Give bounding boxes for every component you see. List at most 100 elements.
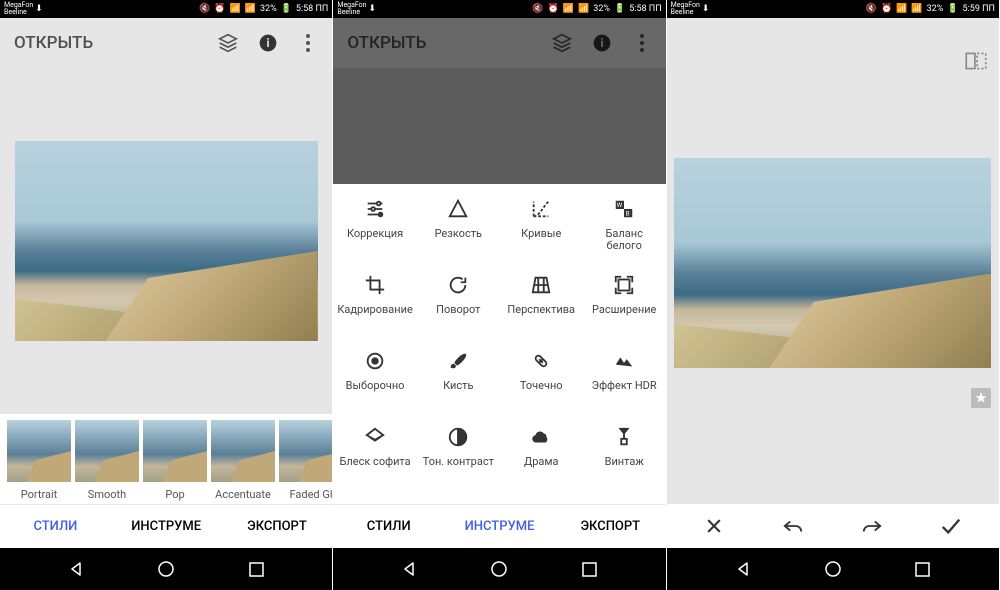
battery-icon: 🔋 — [281, 4, 292, 14]
tab-styles[interactable]: СТИЛИ — [333, 505, 444, 548]
carrier-label: Beeline — [337, 9, 366, 16]
tool-curves[interactable]: Кривые — [500, 198, 583, 252]
style-item[interactable]: Pop — [142, 420, 208, 504]
tool-rotate[interactable]: Поворот — [417, 274, 500, 328]
nav-recents-icon[interactable] — [579, 559, 599, 579]
nav-bar — [333, 548, 665, 590]
style-thumb — [279, 420, 332, 482]
vintage-icon — [613, 426, 635, 448]
tool-hdr[interactable]: Эффект HDR — [583, 350, 666, 404]
tool-label: Перспектива — [503, 304, 579, 328]
nav-home-icon[interactable] — [156, 559, 176, 579]
tab-styles[interactable]: СТИЛИ — [0, 505, 111, 548]
bottom-tabs: СТИЛИ ИНСТРУМЕ ЭКСПОРТ — [333, 504, 665, 548]
open-button[interactable]: ОТКРЫТЬ — [14, 33, 93, 53]
styles-strip[interactable]: PortraitSmoothPop Accentuate Faded Gl — [0, 414, 332, 504]
battery-label: 32% — [593, 4, 610, 14]
redo-button[interactable] — [833, 517, 912, 535]
more-icon[interactable] — [632, 33, 652, 53]
tool-label: Коррекция — [343, 228, 407, 252]
nav-recents-icon[interactable] — [246, 559, 266, 579]
more-icon[interactable] — [298, 33, 318, 53]
tab-tools[interactable]: ИНСТРУМЕ — [444, 505, 555, 548]
glamour-icon — [364, 426, 386, 448]
star-badge-icon[interactable] — [971, 388, 991, 408]
info-icon[interactable]: i — [592, 33, 612, 53]
open-button[interactable]: ОТКРЫТЬ — [347, 33, 426, 53]
nav-back-icon[interactable] — [66, 559, 86, 579]
svg-text:W: W — [617, 201, 623, 209]
tool-wb[interactable]: WB Баланс белого — [583, 198, 666, 252]
canvas-area[interactable] — [0, 68, 332, 414]
svg-text:B: B — [626, 209, 630, 217]
carrier-label: Beeline — [671, 9, 700, 16]
tool-tune[interactable]: Коррекция — [333, 198, 416, 252]
download-icon: ⬇ — [702, 4, 710, 14]
tab-export[interactable]: ЭКСПОРТ — [555, 505, 666, 548]
signal-icon: 📶 — [230, 4, 241, 14]
signal-icon: 📶 — [911, 4, 922, 14]
nav-back-icon[interactable] — [733, 559, 753, 579]
nav-bar — [667, 548, 999, 590]
nav-home-icon[interactable] — [823, 559, 843, 579]
status-bar: MegaFonBeeline ⬇ 🔇 ⏰ 📶 📶 32% 🔋 5:58 ПП — [0, 0, 332, 18]
battery-label: 32% — [260, 4, 277, 14]
tool-crop[interactable]: Кадрирование — [333, 274, 416, 328]
apply-button[interactable] — [912, 517, 991, 535]
info-icon[interactable]: i — [258, 33, 278, 53]
alarm-icon: ⏰ — [881, 4, 892, 14]
undo-button[interactable] — [754, 517, 833, 535]
svg-text:i: i — [600, 36, 603, 50]
tool-label: Эффект HDR — [588, 380, 661, 404]
healing-icon — [530, 350, 552, 372]
tool-label: Блеск софита — [336, 456, 415, 480]
cancel-button[interactable] — [675, 516, 754, 536]
tool-healing[interactable]: Точечно — [500, 350, 583, 404]
tool-glamour[interactable]: Блеск софита — [333, 426, 416, 480]
style-item[interactable]: Faded Gl — [278, 420, 332, 504]
tab-tools[interactable]: ИНСТРУМЕ — [111, 505, 222, 548]
tool-vintage[interactable]: Винтаж — [583, 426, 666, 480]
tool-perspective[interactable]: Перспектива — [500, 274, 583, 328]
canvas-area[interactable] — [667, 18, 999, 504]
clock-label: 5:59 ПП — [963, 4, 995, 14]
perspective-icon — [530, 274, 552, 296]
tool-selective[interactable]: Выборочно — [333, 350, 416, 404]
battery-icon: 🔋 — [614, 4, 625, 14]
topbar: ОТКРЫТЬ i — [0, 18, 332, 68]
tune-icon — [364, 198, 386, 220]
style-item[interactable]: Smooth — [74, 420, 140, 504]
nav-home-icon[interactable] — [489, 559, 509, 579]
tool-expand[interactable]: Расширение — [583, 274, 666, 328]
compare-icon[interactable] — [963, 48, 989, 74]
mute-icon: 🔇 — [532, 4, 543, 14]
tool-details[interactable]: Резкость — [417, 198, 500, 252]
tool-label: Резкость — [431, 228, 486, 252]
tool-label: Выборочно — [342, 380, 409, 404]
style-item[interactable]: Portrait — [6, 420, 72, 504]
tool-label: Баланс белого — [583, 228, 666, 252]
phone-screen-tools: MegaFonBeeline ⬇ 🔇 ⏰ 📶 📶 32% 🔋 5:58 ПП О… — [333, 0, 666, 590]
style-item[interactable]: Accentuate — [210, 420, 276, 504]
tool-tonal[interactable]: Тон. контраст — [417, 426, 500, 480]
selective-icon — [364, 350, 386, 372]
tool-brush[interactable]: Кисть — [417, 350, 500, 404]
tools-sheet[interactable]: Коррекция Резкость Кривые WB Баланс белого Ка… — [333, 184, 665, 504]
signal-icon: 📶 — [245, 4, 256, 14]
style-label: Accentuate — [215, 488, 271, 501]
tool-label: Кадрирование — [333, 304, 416, 328]
tab-export[interactable]: ЭКСПОРТ — [222, 505, 333, 548]
clock-label: 5:58 ПП — [296, 4, 328, 14]
clock-label: 5:58 ПП — [629, 4, 661, 14]
tool-drama[interactable]: Драма — [500, 426, 583, 480]
layers-icon[interactable] — [218, 33, 238, 53]
layers-icon[interactable] — [552, 33, 572, 53]
phone-screen-styles: MegaFonBeeline ⬇ 🔇 ⏰ 📶 📶 32% 🔋 5:58 ПП О… — [0, 0, 333, 590]
tool-label: Драма — [520, 456, 563, 480]
battery-icon: 🔋 — [947, 4, 958, 14]
brush-icon — [447, 350, 469, 372]
nav-back-icon[interactable] — [399, 559, 419, 579]
nav-recents-icon[interactable] — [913, 559, 933, 579]
rotate-icon — [447, 274, 469, 296]
signal-icon: 📶 — [563, 4, 574, 14]
